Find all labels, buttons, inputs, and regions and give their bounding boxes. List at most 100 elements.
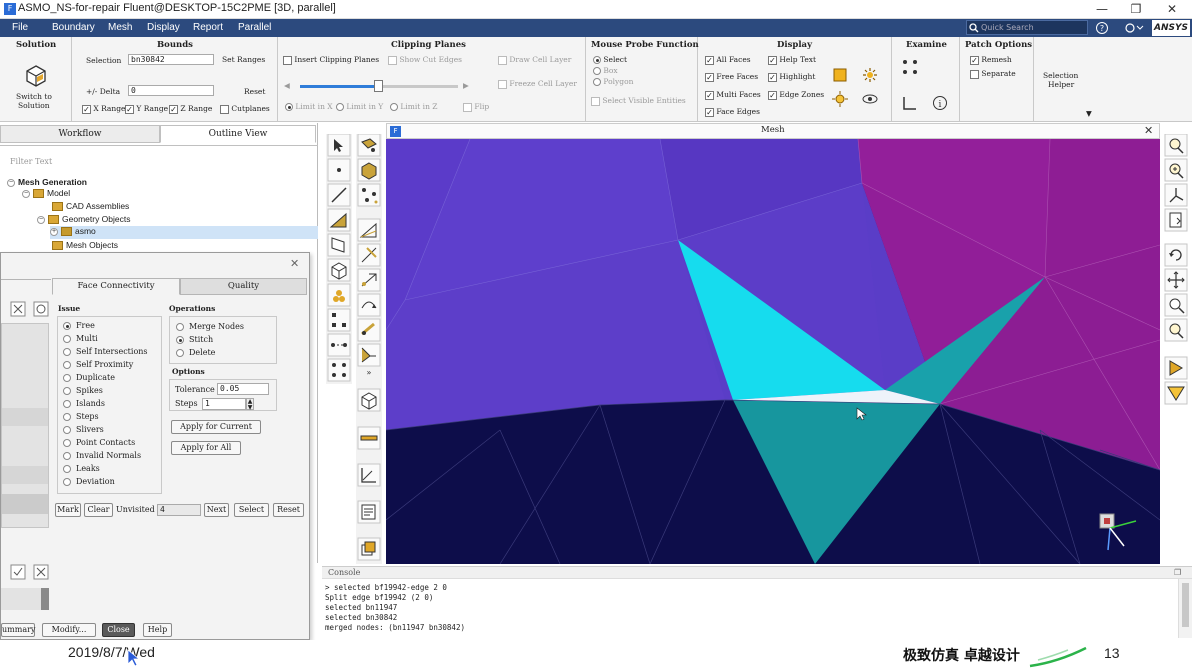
help-button[interactable]: Help [143,623,172,637]
select-visible-checkbox[interactable]: Select Visible Entities [591,96,686,106]
issue-radio-self-intersections[interactable]: Self Intersections [63,347,161,360]
issue-radio-point-contacts[interactable]: Point Contacts [63,438,161,451]
mesh-graphics-viewport[interactable] [386,139,1160,564]
select-grid-nodes-icon[interactable] [327,358,351,382]
tab-quality[interactable]: Quality [180,278,307,295]
modify-button[interactable]: Modify... [42,623,96,637]
display-sparkle-icon[interactable] [862,67,878,83]
close-icon[interactable]: ✕ [1154,0,1190,19]
list-check-icon[interactable] [10,564,26,580]
x-range-checkbox[interactable]: ✓ X Range [82,104,125,114]
mark-button[interactable]: Mark [55,503,81,517]
show-cut-edges-checkbox[interactable]: Show Cut Edges [388,55,462,65]
select-face-icon[interactable] [327,208,351,232]
face-edges-checkbox[interactable]: ✓ Face Edges [705,107,760,117]
menu-file[interactable]: File [12,22,28,33]
zoom-box-icon[interactable] [1164,318,1188,342]
menu-mesh[interactable]: Mesh [108,22,132,33]
operation-radio-stitch[interactable]: Stitch [176,335,276,348]
menu-boundary[interactable]: Boundary [52,22,95,33]
zoom-view-icon[interactable] [1164,293,1188,317]
radio-icon[interactable] [63,439,71,447]
mesh-graphics[interactable] [386,139,1160,564]
help-icon[interactable]: ? [1095,21,1109,35]
radio-icon[interactable] [63,322,71,330]
merge-icon[interactable] [357,343,381,367]
z-range-checkbox[interactable]: ✓ Z Range [169,104,212,114]
insert-clipping-checkbox[interactable]: Insert Clipping Planes [283,55,379,65]
menu-display[interactable]: Display [147,22,180,33]
minimize-icon[interactable]: — [1084,0,1120,19]
reset-button[interactable]: Reset [273,503,304,517]
radio-icon[interactable] [63,374,71,382]
issue-radio-duplicate[interactable]: Duplicate [63,373,161,386]
cell-select-icon[interactable] [357,158,381,182]
radio-icon[interactable] [63,387,71,395]
slider-right-arrow[interactable]: ▶ [463,81,469,90]
selection-helper-label-1[interactable]: Selection [1043,71,1078,80]
select-multi-node-icon[interactable] [327,308,351,332]
console-output[interactable]: > selected bf19942-edge 2 0 Split edge b… [322,579,1178,638]
edge-zones-checkbox[interactable]: ✓ Edge Zones [768,90,824,100]
issue-radio-leaks[interactable]: Leaks [63,464,161,477]
select-edge-icon[interactable] [327,183,351,207]
zone-list-scrollbar[interactable] [41,588,49,610]
ribbon-expand-chevron-icon[interactable]: ▼ [1086,109,1092,118]
radio-icon[interactable] [63,452,71,460]
expand-toolbar-icon[interactable]: » [367,368,372,377]
steps-spinner-icon[interactable]: ▲ ▼ [246,398,254,411]
bounds-selection-field[interactable]: bn30842 [128,54,214,65]
menu-report[interactable]: Report [193,22,223,33]
cube-view-icon[interactable] [357,388,381,412]
select-cell-icon[interactable] [327,258,351,282]
tree-cad-assemblies[interactable]: CAD Assemblies [52,201,129,212]
operation-radio-delete[interactable]: Delete [176,348,276,361]
draw-cell-layer-checkbox[interactable]: Draw Cell Layer [498,55,571,65]
switch-to-solution-label-2[interactable]: Solution [18,101,50,110]
select-button[interactable]: Select [234,503,269,517]
switch-to-solution-icon[interactable] [24,64,48,88]
limit-y-radio[interactable]: Limit in Y [336,102,383,111]
tab-face-connectivity[interactable]: Face Connectivity [52,278,180,295]
set-ranges-button[interactable]: Set Ranges [222,55,265,64]
settings-icon[interactable] [1123,21,1145,35]
issue-radio-islands[interactable]: Islands [63,399,161,412]
face-select-icon[interactable] [357,133,381,157]
radio-icon[interactable] [176,336,184,344]
tree-geometry-objects[interactable]: − Geometry Objects [37,214,131,225]
select-node-icon[interactable] [327,158,351,182]
clip-plane-icon[interactable] [357,426,381,450]
all-faces-checkbox[interactable]: ✓ All Faces [705,55,751,65]
layers-icon[interactable] [357,537,381,561]
swap-icon[interactable] [357,268,381,292]
issue-radio-deviation[interactable]: Deviation [63,477,161,490]
smooth-icon[interactable] [357,318,381,342]
select-pointer-icon[interactable] [327,133,351,157]
tree-asmo[interactable]: + asmo [50,226,318,239]
radio-icon[interactable] [63,465,71,473]
select-object-icon[interactable] [327,283,351,307]
display-options-icon[interactable] [1164,381,1188,405]
menu-parallel[interactable]: Parallel [238,22,271,33]
steps-field[interactable]: 1 [202,398,246,410]
free-faces-checkbox[interactable]: ✓ Free Faces [705,72,758,82]
issue-radio-multi[interactable]: Multi [63,334,161,347]
issue-radio-spikes[interactable]: Spikes [63,386,161,399]
issue-radio-invalid-normals[interactable]: Invalid Normals [63,451,161,464]
probe-polygon-radio[interactable]: Polygon [593,77,633,86]
freeze-cell-layer-checkbox[interactable]: Freeze Cell Layer [498,79,577,89]
examine-nodes-icon[interactable] [902,59,918,75]
radio-icon[interactable] [63,478,71,486]
clear-button[interactable]: Clear [84,503,113,517]
zone-list-row[interactable] [2,494,48,514]
console-scroll-thumb[interactable] [1182,583,1189,627]
tree-mesh-generation[interactable]: − Mesh Generation [7,177,87,187]
y-range-checkbox[interactable]: ✓ Y Range [125,104,168,114]
limit-x-radio[interactable]: Limit in X [285,102,333,111]
radio-icon[interactable] [176,323,184,331]
tolerance-field[interactable]: 0.05 [217,383,269,395]
apply-all-button[interactable]: Apply for All [171,441,241,455]
expand-icon[interactable]: + [50,227,58,236]
list-filter-icon[interactable] [10,301,26,317]
next-button[interactable]: Next [204,503,229,517]
